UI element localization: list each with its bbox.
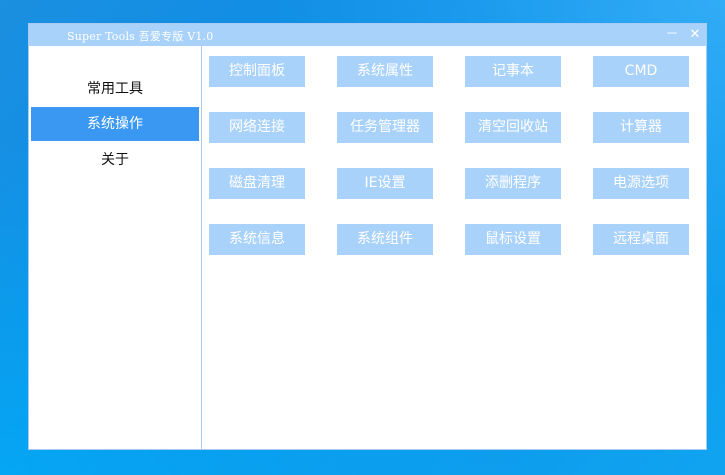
minimize-button[interactable]: － bbox=[663, 26, 681, 44]
notepad-button[interactable]: 记事本 bbox=[465, 56, 561, 87]
title-bar[interactable]: Super Tools 吾爱专版 V1.0 － ✕ bbox=[29, 24, 706, 46]
system-information-button[interactable]: 系统信息 bbox=[209, 224, 305, 255]
power-options-button[interactable]: 电源选项 bbox=[593, 168, 689, 199]
window-title: Super Tools 吾爱专版 V1.0 bbox=[67, 30, 214, 43]
tool-button-grid: 控制面板 系统属性 记事本 CMD 网络连接 任务管理器 清空回收站 计算器 磁… bbox=[209, 56, 699, 296]
sidebar-item-common-tools[interactable]: 常用工具 bbox=[31, 72, 199, 106]
system-properties-button[interactable]: 系统属性 bbox=[337, 56, 433, 87]
sidebar-item-system-operations[interactable]: 系统操作 bbox=[31, 107, 199, 141]
mouse-settings-button[interactable]: 鼠标设置 bbox=[465, 224, 561, 255]
calculator-button[interactable]: 计算器 bbox=[593, 112, 689, 143]
network-connections-button[interactable]: 网络连接 bbox=[209, 112, 305, 143]
sidebar-item-about[interactable]: 关于 bbox=[31, 143, 199, 177]
disk-cleanup-button[interactable]: 磁盘清理 bbox=[209, 168, 305, 199]
control-panel-button[interactable]: 控制面板 bbox=[209, 56, 305, 87]
cmd-button[interactable]: CMD bbox=[593, 56, 689, 87]
task-manager-button[interactable]: 任务管理器 bbox=[337, 112, 433, 143]
empty-recycle-bin-button[interactable]: 清空回收站 bbox=[465, 112, 561, 143]
system-components-button[interactable]: 系统组件 bbox=[337, 224, 433, 255]
ie-settings-button[interactable]: IE设置 bbox=[337, 168, 433, 199]
close-button[interactable]: ✕ bbox=[686, 26, 704, 44]
add-remove-programs-button[interactable]: 添删程序 bbox=[465, 168, 561, 199]
sidebar: 常用工具 系统操作 关于 bbox=[29, 46, 202, 449]
app-window: Super Tools 吾爱专版 V1.0 － ✕ 常用工具 系统操作 关于 控… bbox=[28, 23, 707, 450]
remote-desktop-button[interactable]: 远程桌面 bbox=[593, 224, 689, 255]
